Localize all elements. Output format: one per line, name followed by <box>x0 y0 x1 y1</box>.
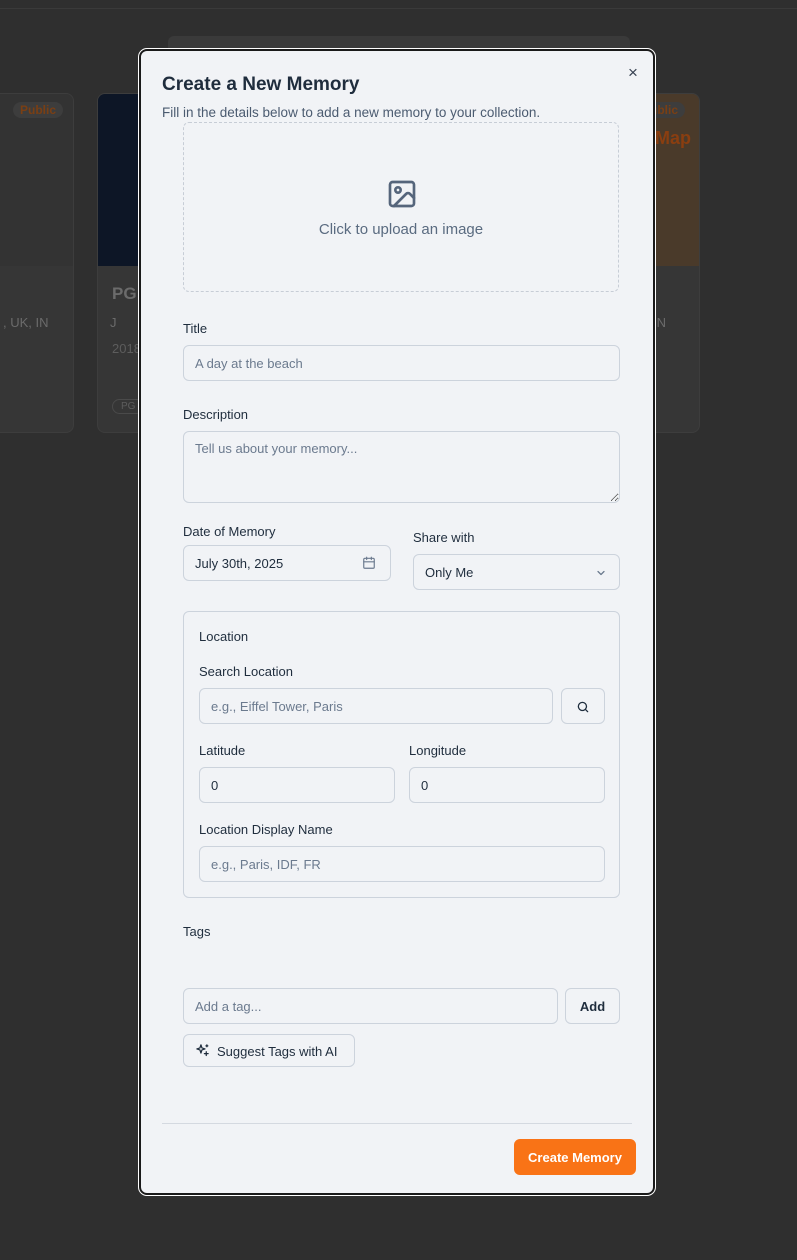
public-badge: Public <box>12 102 63 118</box>
suggest-tags-label: Suggest Tags with AI <box>217 1044 338 1059</box>
tags-label: Tags <box>183 924 211 939</box>
image-upload-area[interactable]: Click to upload an image <box>183 122 619 292</box>
image-icon <box>388 180 416 208</box>
title-label: Title <box>183 321 208 336</box>
close-icon: × <box>628 63 638 82</box>
background-topbar <box>0 0 797 9</box>
create-memory-dialog: × Create a New Memory Fill in the detail… <box>138 48 656 1196</box>
title-input[interactable] <box>183 345 620 381</box>
close-button[interactable]: × <box>625 63 641 82</box>
background-card: Public , UK, IN <box>0 93 74 433</box>
search-icon <box>577 701 589 713</box>
latitude-input[interactable] <box>199 767 395 803</box>
date-picker[interactable]: July 30th, 2025 <box>183 545 391 581</box>
location-display-input[interactable] <box>199 846 605 882</box>
latitude-label: Latitude <box>199 743 246 758</box>
share-label: Share with <box>413 530 475 545</box>
description-label: Description <box>183 407 249 422</box>
search-location-label: Search Location <box>199 664 293 679</box>
location-heading: Location <box>199 629 249 644</box>
description-textarea[interactable] <box>183 431 620 503</box>
longitude-input[interactable] <box>409 767 605 803</box>
upload-label: Click to upload an image <box>318 221 484 238</box>
card-banner-text: Map <box>655 128 691 148</box>
suggest-tags-button[interactable]: Suggest Tags with AI <box>183 1034 355 1067</box>
search-location-input[interactable] <box>199 688 553 724</box>
share-select[interactable]: Only Me <box>413 554 620 590</box>
add-tag-button[interactable]: Add <box>565 988 620 1024</box>
longitude-label: Longitude <box>409 743 467 758</box>
date-label: Date of Memory <box>183 524 276 539</box>
dialog-description: Fill in the details below to add a new m… <box>162 105 541 120</box>
share-value: Only Me <box>425 565 474 580</box>
create-memory-button[interactable]: Create Memory <box>514 1139 636 1175</box>
dialog-title: Create a New Memory <box>162 74 360 95</box>
chevron-down-icon <box>597 570 605 576</box>
search-location-button[interactable] <box>561 688 605 724</box>
add-tag-input[interactable] <box>183 988 558 1024</box>
footer-divider <box>162 1123 632 1124</box>
calendar-icon <box>363 556 375 569</box>
card-title: PG <box>112 284 137 303</box>
location-display-label: Location Display Name <box>199 822 333 837</box>
card-location: , UK, IN <box>3 315 49 330</box>
card-date: J <box>110 315 117 330</box>
date-value: July 30th, 2025 <box>195 556 284 571</box>
sparkles-icon <box>196 1044 209 1057</box>
